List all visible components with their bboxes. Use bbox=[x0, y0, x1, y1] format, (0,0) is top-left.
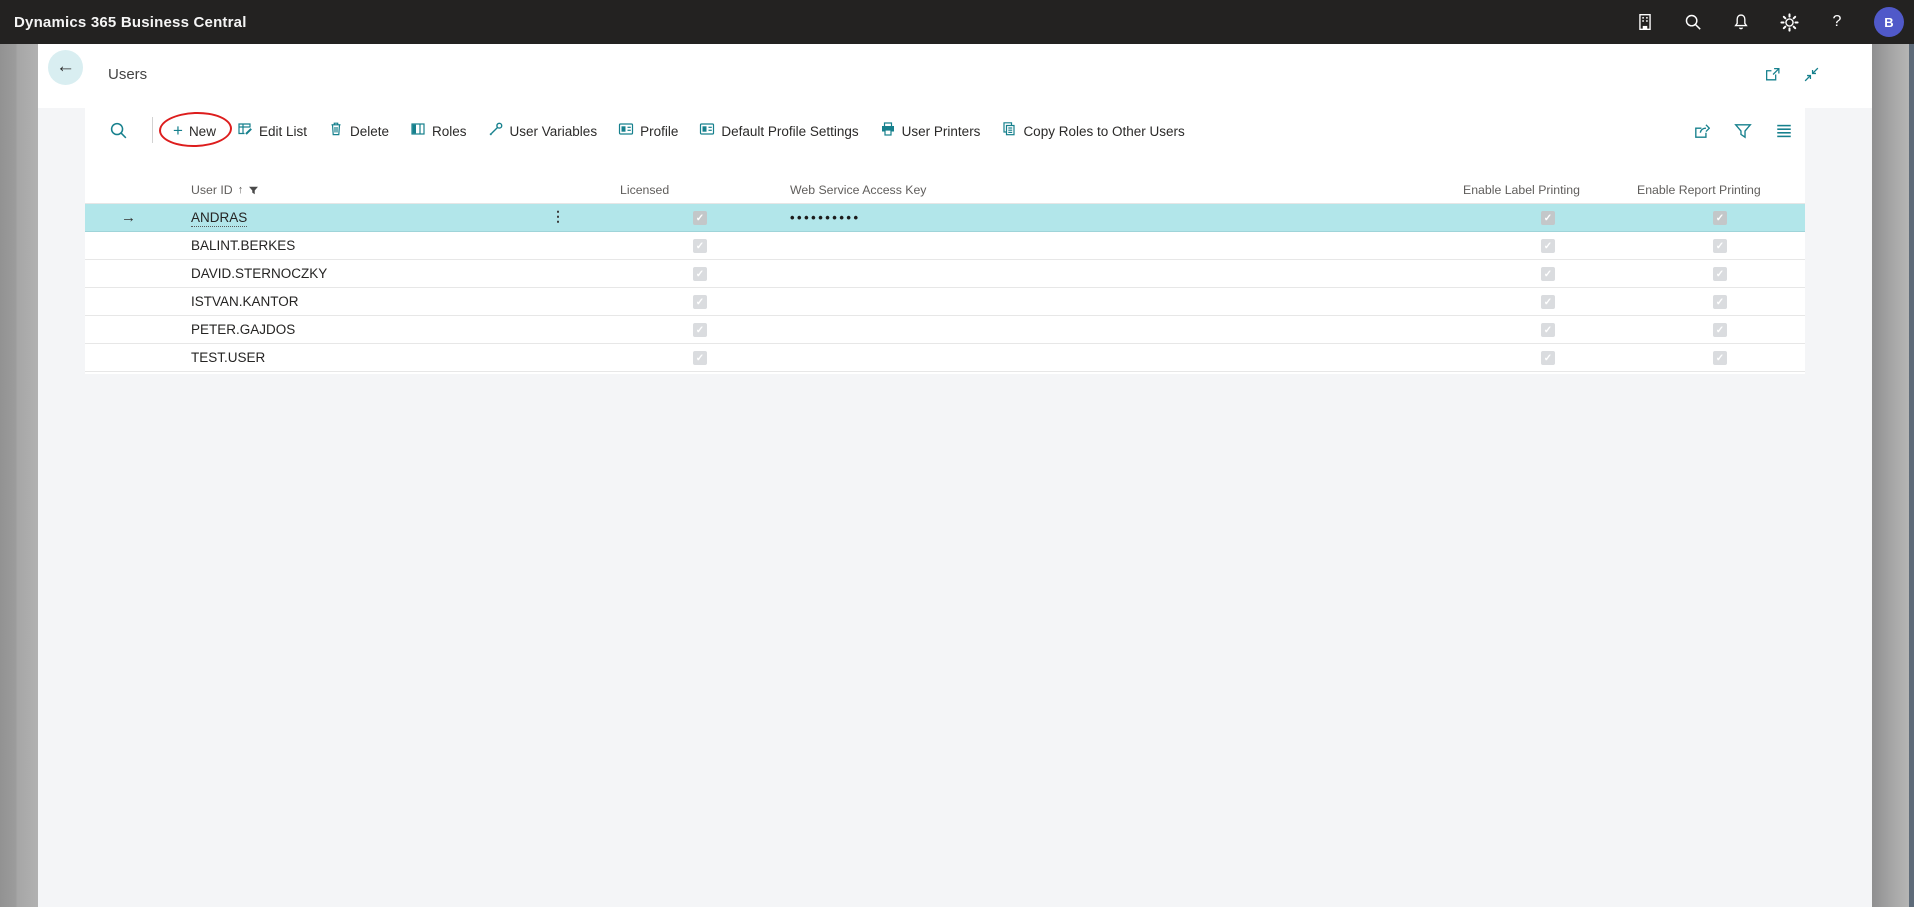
user-id-cell[interactable]: BALINT.BERKES bbox=[191, 238, 295, 253]
copy-icon bbox=[1001, 121, 1017, 142]
licensed-checkbox[interactable]: ✓ bbox=[693, 267, 707, 281]
column-header-enable-report-printing[interactable]: Enable Report Printing bbox=[1637, 183, 1761, 197]
web-service-access-key-cell[interactable]: •••••••••• bbox=[790, 210, 861, 225]
trash-icon bbox=[328, 121, 344, 142]
enable-label-printing-checkbox[interactable]: ✓ bbox=[1541, 239, 1555, 253]
table-row[interactable]: → TEST.USER ⋮ ✓ ✓ ✓ bbox=[85, 344, 1805, 372]
enable-label-printing-checkbox[interactable]: ✓ bbox=[1541, 267, 1555, 281]
topbar-icons: ? B bbox=[1634, 0, 1904, 44]
window-icons bbox=[1764, 66, 1820, 88]
edit-list-button[interactable]: Edit List bbox=[237, 121, 307, 142]
user-id-cell[interactable]: PETER.GAJDOS bbox=[191, 322, 295, 337]
avatar[interactable]: B bbox=[1874, 7, 1904, 37]
table-row[interactable]: → ANDRAS ⋮ ✓ •••••••••• ✓ ✓ bbox=[85, 204, 1805, 232]
enable-report-printing-checkbox[interactable]: ✓ bbox=[1713, 211, 1727, 225]
back-button[interactable]: ← bbox=[48, 50, 83, 85]
table-row[interactable]: → PETER.GAJDOS ⋮ ✓ ✓ ✓ bbox=[85, 316, 1805, 344]
users-page: ← Users bbox=[38, 44, 1872, 907]
roles-button[interactable]: Roles bbox=[410, 121, 467, 142]
column-filter-icon bbox=[248, 185, 259, 196]
toolbar-divider bbox=[152, 117, 153, 143]
search-icon[interactable] bbox=[109, 121, 128, 145]
list-panel: + New Edit List bbox=[85, 108, 1805, 374]
column-header-user-id[interactable]: User ID ↑ bbox=[191, 183, 259, 197]
licensed-checkbox[interactable]: ✓ bbox=[693, 351, 707, 365]
profile-card-icon bbox=[618, 121, 634, 142]
licensed-checkbox[interactable]: ✓ bbox=[693, 295, 707, 309]
user-id-cell[interactable]: TEST.USER bbox=[191, 350, 265, 365]
columns-icon bbox=[410, 121, 426, 142]
profile-card-icon bbox=[699, 121, 715, 142]
action-bar: + New Edit List bbox=[85, 112, 1805, 150]
search-icon[interactable] bbox=[1682, 11, 1704, 33]
enable-report-printing-checkbox[interactable]: ✓ bbox=[1713, 239, 1727, 253]
sort-ascending-icon: ↑ bbox=[238, 184, 244, 196]
enable-report-printing-checkbox[interactable]: ✓ bbox=[1713, 267, 1727, 281]
enable-report-printing-checkbox[interactable]: ✓ bbox=[1713, 351, 1727, 365]
table-row[interactable]: → BALINT.BERKES ⋮ ✓ ✓ ✓ bbox=[85, 232, 1805, 260]
edit-list-icon bbox=[237, 121, 253, 142]
list-view-icon[interactable] bbox=[1775, 122, 1793, 140]
default-profile-settings-button[interactable]: Default Profile Settings bbox=[699, 121, 858, 142]
enable-label-printing-checkbox[interactable]: ✓ bbox=[1541, 295, 1555, 309]
user-printers-button[interactable]: User Printers bbox=[880, 121, 981, 142]
help-icon[interactable]: ? bbox=[1826, 11, 1848, 33]
page-title: Users bbox=[108, 66, 147, 83]
back-arrow-icon: ← bbox=[56, 57, 75, 76]
user-id-cell[interactable]: DAVID.STERNOCZKY bbox=[191, 266, 327, 281]
user-variables-button[interactable]: User Variables bbox=[488, 121, 598, 142]
copy-roles-button[interactable]: Copy Roles to Other Users bbox=[1001, 121, 1184, 142]
enable-label-printing-checkbox[interactable]: ✓ bbox=[1541, 211, 1555, 225]
profile-button[interactable]: Profile bbox=[618, 121, 678, 142]
backdrop-right bbox=[1872, 44, 1914, 907]
licensed-checkbox[interactable]: ✓ bbox=[693, 211, 707, 225]
toolbar-right-icons bbox=[1693, 112, 1793, 150]
enable-label-printing-checkbox[interactable]: ✓ bbox=[1541, 323, 1555, 337]
wrench-icon bbox=[488, 121, 504, 142]
topbar: Dynamics 365 Business Central bbox=[0, 0, 1914, 44]
table-body: → ANDRAS ⋮ ✓ •••••••••• ✓ ✓ → BALINT.BER… bbox=[85, 204, 1805, 372]
cell-context-menu-icon[interactable]: ⋮ bbox=[551, 208, 565, 225]
licensed-checkbox[interactable]: ✓ bbox=[693, 323, 707, 337]
table-header: User ID ↑ Licensed Web Service Access Ke… bbox=[85, 178, 1805, 204]
delete-button[interactable]: Delete bbox=[328, 121, 389, 142]
notifications-bell-icon[interactable] bbox=[1730, 11, 1752, 33]
open-in-new-window-icon[interactable] bbox=[1764, 66, 1781, 88]
selected-row-arrow-icon: → bbox=[121, 209, 136, 226]
page-header: ← Users bbox=[38, 44, 1872, 108]
printer-icon bbox=[880, 121, 896, 142]
environment-icon[interactable] bbox=[1634, 11, 1656, 33]
enable-label-printing-checkbox[interactable]: ✓ bbox=[1541, 351, 1555, 365]
backdrop-left bbox=[0, 44, 38, 907]
table-row[interactable]: → ISTVAN.KANTOR ⋮ ✓ ✓ ✓ bbox=[85, 288, 1805, 316]
share-icon[interactable] bbox=[1693, 122, 1711, 140]
user-id-cell[interactable]: ISTVAN.KANTOR bbox=[191, 294, 299, 309]
toolbar-actions: + New Edit List bbox=[173, 112, 1185, 150]
new-button[interactable]: + New bbox=[173, 123, 216, 139]
enable-report-printing-checkbox[interactable]: ✓ bbox=[1713, 323, 1727, 337]
settings-gear-icon[interactable] bbox=[1778, 11, 1800, 33]
column-header-licensed[interactable]: Licensed bbox=[620, 183, 669, 197]
plus-icon: + bbox=[173, 122, 183, 139]
enable-report-printing-checkbox[interactable]: ✓ bbox=[1713, 295, 1727, 309]
column-header-enable-label-printing[interactable]: Enable Label Printing bbox=[1463, 183, 1580, 197]
collapse-icon[interactable] bbox=[1803, 66, 1820, 88]
column-header-web-service-access-key[interactable]: Web Service Access Key bbox=[790, 183, 926, 197]
app-title: Dynamics 365 Business Central bbox=[14, 14, 247, 31]
user-id-cell[interactable]: ANDRAS bbox=[191, 210, 247, 227]
screen: Dynamics 365 Business Central bbox=[0, 0, 1914, 907]
licensed-checkbox[interactable]: ✓ bbox=[693, 239, 707, 253]
filter-icon[interactable] bbox=[1734, 122, 1752, 140]
table-row[interactable]: → DAVID.STERNOCZKY ⋮ ✓ ✓ ✓ bbox=[85, 260, 1805, 288]
